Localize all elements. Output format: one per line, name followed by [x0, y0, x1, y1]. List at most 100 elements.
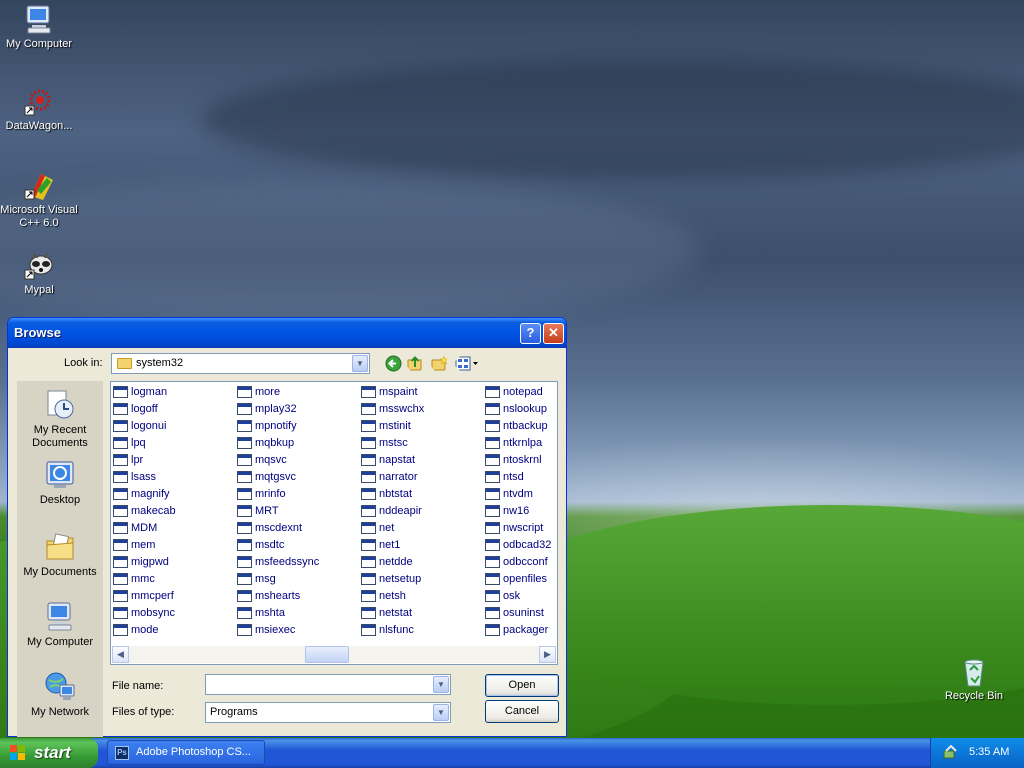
file-item[interactable]: nslookup [485, 401, 557, 418]
file-item[interactable]: logoff [113, 401, 237, 418]
file-item[interactable]: mqsvc [237, 452, 361, 469]
file-item[interactable]: notepad [485, 384, 557, 401]
file-item[interactable]: mem [113, 537, 237, 554]
desktop-icon-my-computer[interactable]: My Computer [0, 4, 79, 51]
place-desktop[interactable]: Desktop [17, 459, 103, 507]
help-button[interactable]: ? [520, 323, 541, 344]
file-item[interactable]: mrinfo [237, 486, 361, 503]
file-item[interactable]: mqtgsvc [237, 469, 361, 486]
file-item[interactable]: nddeapir [361, 503, 485, 520]
file-item[interactable]: lsass [113, 469, 237, 486]
file-item[interactable]: net1 [361, 537, 485, 554]
start-button[interactable]: start [0, 738, 98, 768]
new-folder-icon[interactable] [431, 355, 448, 372]
file-item[interactable]: openfiles [485, 571, 557, 588]
program-icon [361, 420, 376, 432]
file-item[interactable]: mode [113, 622, 237, 639]
file-item[interactable]: nwscript [485, 520, 557, 537]
file-item[interactable]: net [361, 520, 485, 537]
program-icon [361, 386, 376, 398]
file-item[interactable]: logman [113, 384, 237, 401]
file-item[interactable]: napstat [361, 452, 485, 469]
file-item[interactable]: mspaint [361, 384, 485, 401]
file-item[interactable]: mscdexnt [237, 520, 361, 537]
desktop-icon-datawagon[interactable]: DataWagon... [0, 86, 79, 133]
file-item[interactable]: nbtstat [361, 486, 485, 503]
file-item[interactable]: lpr [113, 452, 237, 469]
file-item[interactable]: netstat [361, 605, 485, 622]
file-item[interactable]: magnify [113, 486, 237, 503]
file-type-dropdown[interactable]: Programs ▼ [205, 702, 451, 723]
look-in-dropdown[interactable]: system32 ▼ [111, 353, 370, 374]
system-tray: 5:35 AM [930, 738, 1024, 768]
file-item[interactable]: mqbkup [237, 435, 361, 452]
file-item[interactable]: makecab [113, 503, 237, 520]
place-my-documents[interactable]: My Documents [17, 531, 103, 579]
file-item[interactable]: lpq [113, 435, 237, 452]
file-item[interactable]: mobsync [113, 605, 237, 622]
scroll-left-icon[interactable]: ◀ [112, 646, 129, 663]
file-item[interactable]: odbcad32 [485, 537, 557, 554]
horizontal-scrollbar[interactable]: ◀ ▶ [112, 646, 556, 663]
chevron-down-icon[interactable]: ▼ [352, 355, 368, 372]
file-item[interactable]: MRT [237, 503, 361, 520]
file-item[interactable]: ntbackup [485, 418, 557, 435]
file-item[interactable]: migpwd [113, 554, 237, 571]
close-button[interactable]: ✕ [543, 323, 564, 344]
mypal-raccoon-icon [23, 250, 55, 282]
file-item[interactable]: osuninst [485, 605, 557, 622]
views-menu-icon[interactable] [455, 355, 479, 372]
up-folder-icon[interactable] [407, 355, 424, 372]
file-item[interactable]: mmc [113, 571, 237, 588]
file-item[interactable]: mmcperf [113, 588, 237, 605]
back-icon[interactable] [385, 355, 402, 372]
program-icon [237, 573, 252, 585]
file-item[interactable]: msdtc [237, 537, 361, 554]
file-item[interactable]: msiexec [237, 622, 361, 639]
place-my-network[interactable]: My Network [17, 671, 103, 719]
file-item[interactable]: narrator [361, 469, 485, 486]
file-item[interactable]: msfeedssync [237, 554, 361, 571]
file-item[interactable]: logonui [113, 418, 237, 435]
file-name-field[interactable]: ▼ [205, 674, 451, 695]
dialog-titlebar[interactable]: Browse ? ✕ [8, 318, 566, 348]
file-item[interactable]: packager [485, 622, 557, 639]
scroll-right-icon[interactable]: ▶ [539, 646, 556, 663]
safely-remove-hardware-icon[interactable] [942, 745, 958, 761]
file-item[interactable]: ntkrnlpa [485, 435, 557, 452]
file-item[interactable]: nw16 [485, 503, 557, 520]
file-item[interactable]: nlsfunc [361, 622, 485, 639]
file-item[interactable]: netsh [361, 588, 485, 605]
place-my-computer[interactable]: My Computer [17, 601, 103, 649]
file-item[interactable]: ntvdm [485, 486, 557, 503]
file-item[interactable]: odbcconf [485, 554, 557, 571]
chevron-down-icon[interactable]: ▼ [433, 676, 449, 693]
file-item[interactable]: mstsc [361, 435, 485, 452]
chevron-down-icon[interactable]: ▼ [433, 704, 449, 721]
file-column: mspaint msswchx mstinit mstsc napstat na… [361, 384, 485, 639]
file-item[interactable]: ntsd [485, 469, 557, 486]
file-item[interactable]: mshta [237, 605, 361, 622]
file-item[interactable]: msswchx [361, 401, 485, 418]
cancel-button[interactable]: Cancel [485, 700, 559, 723]
file-item[interactable]: mpnotify [237, 418, 361, 435]
file-item[interactable]: mshearts [237, 588, 361, 605]
place-my-recent-documents[interactable]: My Recent Documents [17, 389, 103, 450]
file-item[interactable]: netsetup [361, 571, 485, 588]
file-item[interactable]: mstinit [361, 418, 485, 435]
open-button[interactable]: Open [485, 674, 559, 697]
file-item[interactable]: MDM [113, 520, 237, 537]
program-icon [361, 471, 376, 483]
taskbar-item-photoshop[interactable]: Ps Adobe Photoshop CS... [107, 740, 265, 765]
desktop-icon-mypal[interactable]: Mypal [0, 250, 79, 297]
file-item[interactable]: more [237, 384, 361, 401]
file-item[interactable]: osk [485, 588, 557, 605]
file-item[interactable]: mplay32 [237, 401, 361, 418]
scroll-thumb[interactable] [305, 646, 349, 663]
file-item[interactable]: netdde [361, 554, 485, 571]
desktop-icon-visual-cpp[interactable]: Microsoft Visual C++ 6.0 [0, 170, 79, 230]
desktop-icon-recycle-bin[interactable]: Recycle Bin [934, 656, 1014, 703]
file-item[interactable]: msg [237, 571, 361, 588]
file-list[interactable]: logman logoff logonui lpq lpr lsass magn… [110, 381, 558, 665]
file-item[interactable]: ntoskrnl [485, 452, 557, 469]
